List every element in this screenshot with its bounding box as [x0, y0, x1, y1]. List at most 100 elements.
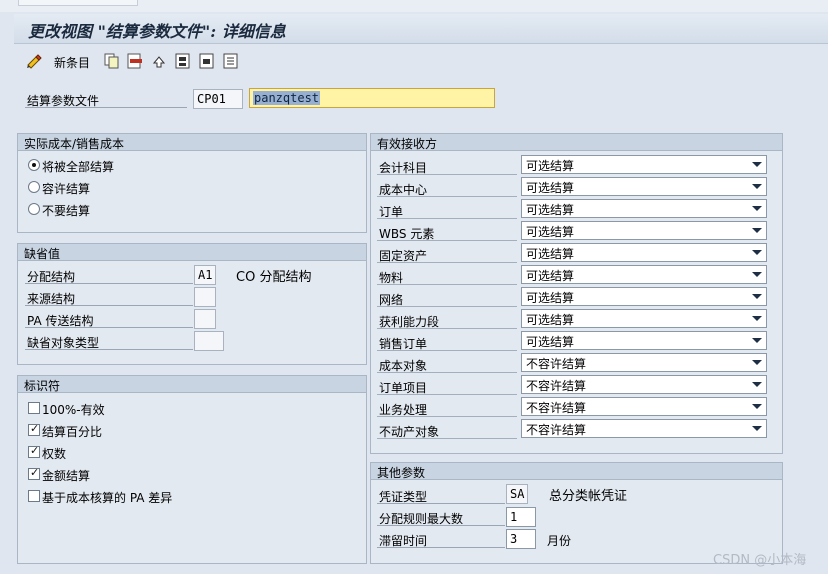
receiver-sales-order-dropdown[interactable]: 可选结算	[521, 331, 767, 350]
receiver-cost-object-value: 不容许结算	[526, 357, 587, 371]
checkbox-pa-variance-label: 基于成本核算的 PA 差异	[42, 491, 173, 505]
valid-receivers-group: 有效接收方 会计科目 可选结算 成本中心 可选结算 订单 可选结算 WBS 元素…	[370, 133, 783, 454]
profile-label-underline	[25, 107, 187, 108]
document-type-field: SA	[506, 484, 528, 504]
receiver-wbs-element-dropdown[interactable]: 可选结算	[521, 221, 767, 240]
profile-code-field: CP01	[193, 89, 243, 109]
radio-settlement-allowed[interactable]	[28, 181, 40, 193]
receiver-cost-center-underline	[377, 196, 517, 197]
checkbox-equivalence-numbers[interactable]	[28, 444, 40, 458]
radio-full-settlement-label: 将被全部结算	[42, 160, 115, 174]
retention-period-unit: 月份	[547, 534, 572, 548]
receiver-cost-center-dropdown[interactable]: 可选结算	[521, 177, 767, 196]
checkbox-100-percent-valid[interactable]	[28, 402, 40, 414]
chevron-down-icon	[752, 272, 762, 277]
page-title: 更改视图 "结算参数文件": 详细信息	[28, 22, 286, 41]
receiver-material-dropdown[interactable]: 可选结算	[521, 265, 767, 284]
allocation-structure-underline	[25, 283, 193, 284]
checkbox-amount-settlement-label: 金额结算	[42, 469, 91, 483]
default-object-type-field	[194, 331, 224, 351]
allocation-structure-description: CO 分配结构	[236, 270, 312, 285]
window-tab	[18, 0, 138, 6]
receiver-profitability-segment-underline	[377, 328, 517, 329]
chevron-down-icon	[752, 426, 762, 431]
max-distribution-rules-input[interactable]: 1	[506, 507, 536, 527]
copy-icon[interactable]	[104, 53, 120, 69]
document-type-description: 总分类帐凭证	[549, 489, 628, 504]
receiver-gl-account-underline	[377, 174, 517, 175]
checkbox-pa-variance[interactable]	[28, 490, 40, 502]
receiver-network-underline	[377, 306, 517, 307]
receiver-order-item-dropdown[interactable]: 不容许结算	[521, 375, 767, 394]
select-all-icon[interactable]	[175, 53, 191, 69]
checkbox-equivalence-numbers-label: 权数	[42, 447, 67, 461]
receiver-order-value: 可选结算	[526, 203, 575, 217]
select-block-icon[interactable]	[199, 53, 215, 69]
chevron-down-icon	[752, 382, 762, 387]
receiver-business-process-dropdown[interactable]: 不容许结算	[521, 397, 767, 416]
receiver-cost-object-dropdown[interactable]: 不容许结算	[521, 353, 767, 372]
checkbox-percentage-settlement[interactable]	[28, 422, 40, 436]
retention-period-underline	[377, 547, 505, 548]
top-strip	[0, 0, 828, 12]
receiver-fixed-asset-dropdown[interactable]: 可选结算	[521, 243, 767, 262]
radio-no-settlement-label: 不要结算	[42, 204, 91, 218]
profile-text-value: panzqtest	[253, 91, 321, 105]
receiver-network-dropdown[interactable]: 可选结算	[521, 287, 767, 306]
deselect-all-icon[interactable]	[223, 53, 239, 69]
undo-icon[interactable]	[151, 53, 167, 69]
valid-receivers-title: 有效接收方	[371, 134, 782, 151]
chevron-down-icon	[752, 206, 762, 211]
receiver-sales-order-underline	[377, 350, 517, 351]
receiver-gl-account-dropdown[interactable]: 可选结算	[521, 155, 767, 174]
max-distribution-rules-underline	[377, 525, 505, 526]
receiver-order-underline	[377, 218, 517, 219]
profile-text-input[interactable]: panzqtest	[249, 88, 495, 108]
chevron-down-icon	[752, 250, 762, 255]
indicators-group: 标识符 100%-有效 结算百分比 权数 金额结算 基于成本核算的 PA 差异	[17, 375, 367, 564]
radio-no-settlement[interactable]	[28, 203, 40, 215]
pa-transfer-structure-field	[194, 309, 216, 329]
document-type-underline	[377, 503, 505, 504]
receiver-profitability-segment-dropdown[interactable]: 可选结算	[521, 309, 767, 328]
glasses-icon	[27, 54, 42, 69]
title-bar: 更改视图 "结算参数文件": 详细信息	[14, 14, 828, 44]
default-values-title: 缺省值	[18, 244, 366, 261]
receiver-sales-order-value: 可选结算	[526, 335, 575, 349]
retention-period-input[interactable]: 3	[506, 529, 536, 549]
receiver-wbs-element-underline	[377, 240, 517, 241]
receiver-cost-center-value: 可选结算	[526, 181, 575, 195]
receiver-fixed-asset-underline	[377, 262, 517, 263]
receiver-order-item-value: 不容许结算	[526, 379, 587, 393]
default-values-group: 缺省值 分配结构 A1 CO 分配结构 来源结构 PA 传送结构 缺省对象类型	[17, 243, 367, 365]
source-structure-field	[194, 287, 216, 307]
chevron-down-icon	[752, 184, 762, 189]
receiver-real-estate-object-value: 不容许结算	[526, 423, 587, 437]
chevron-down-icon	[752, 162, 762, 167]
new-entries-button[interactable]: 新条目	[22, 52, 106, 72]
chevron-down-icon	[752, 228, 762, 233]
receiver-cost-object-underline	[377, 372, 517, 373]
receiver-wbs-element-value: 可选结算	[526, 225, 575, 239]
application-toolbar: 新条目	[14, 48, 828, 76]
radio-full-settlement[interactable]	[28, 159, 40, 171]
other-parameters-title: 其他参数	[371, 463, 782, 480]
chevron-down-icon	[752, 316, 762, 321]
receiver-order-dropdown[interactable]: 可选结算	[521, 199, 767, 218]
receiver-business-process-underline	[377, 416, 517, 417]
receiver-fixed-asset-value: 可选结算	[526, 247, 575, 261]
new-entries-label: 新条目	[54, 56, 91, 70]
receiver-gl-account-value: 可选结算	[526, 159, 575, 173]
receiver-real-estate-object-dropdown[interactable]: 不容许结算	[521, 419, 767, 438]
indicators-title: 标识符	[18, 376, 366, 393]
checkbox-amount-settlement[interactable]	[28, 466, 40, 480]
receiver-business-process-value: 不容许结算	[526, 401, 587, 415]
receiver-order-item-underline	[377, 394, 517, 395]
chevron-down-icon	[752, 338, 762, 343]
allocation-structure-field: A1	[194, 265, 216, 285]
delete-icon[interactable]	[127, 53, 143, 69]
receiver-profitability-segment-value: 可选结算	[526, 313, 575, 327]
checkbox-100-percent-valid-label: 100%-有效	[42, 403, 105, 417]
watermark: CSDN @小本海	[713, 553, 807, 568]
pa-transfer-structure-underline	[25, 327, 193, 328]
